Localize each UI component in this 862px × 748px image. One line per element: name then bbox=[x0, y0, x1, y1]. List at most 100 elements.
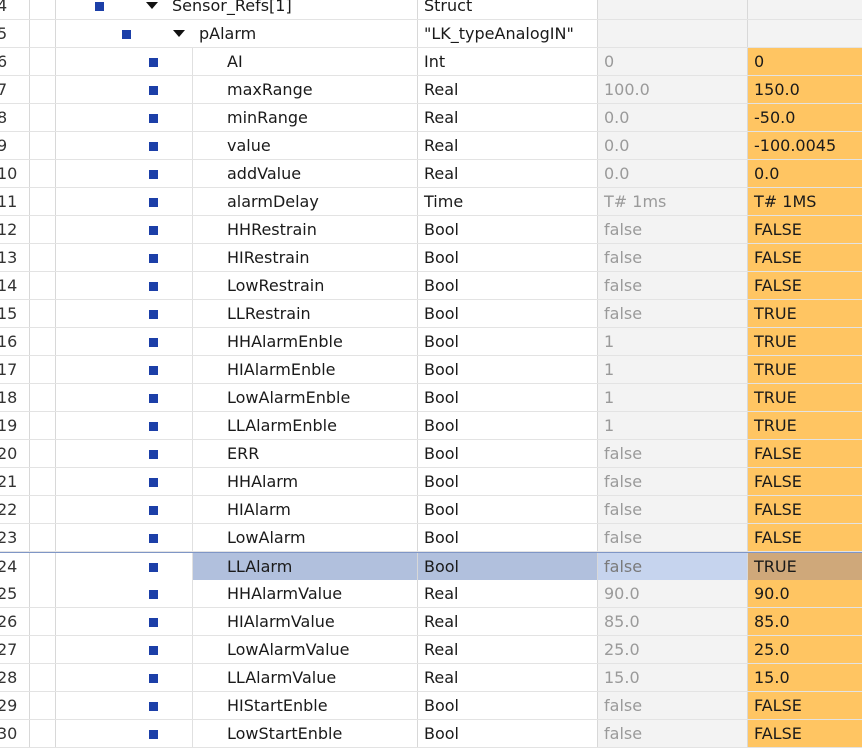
table-row[interactable]: 23 LowAlarmBoolfalseFALSE bbox=[0, 524, 862, 552]
monitor-value[interactable]: TRUE bbox=[747, 412, 862, 439]
tag-name[interactable]: HIAlarm bbox=[192, 496, 417, 523]
start-value[interactable]: 15.0 bbox=[597, 664, 747, 691]
tag-name[interactable]: LowAlarmEnble bbox=[192, 384, 417, 411]
tag-name[interactable]: alarmDelay bbox=[192, 188, 417, 215]
start-value[interactable]: T# 1ms bbox=[597, 188, 747, 215]
table-row[interactable]: 30 LowStartEnbleBoolfalseFALSE bbox=[0, 720, 862, 748]
table-row[interactable]: 16 HHAlarmEnbleBool1TRUE bbox=[0, 328, 862, 356]
tag-name[interactable]: HHAlarmValue bbox=[192, 580, 417, 607]
tag-name[interactable]: LLAlarmValue bbox=[192, 664, 417, 691]
struct-row[interactable]: 5 pAlarm "LK_typeAnalogIN" bbox=[0, 20, 862, 48]
tag-name[interactable]: HIAlarmValue bbox=[192, 608, 417, 635]
tag-name[interactable]: LowAlarmValue bbox=[192, 636, 417, 663]
monitor-value[interactable]: -50.0 bbox=[747, 104, 862, 131]
start-value[interactable]: 1 bbox=[597, 328, 747, 355]
struct-row[interactable]: 4 Sensor_Refs[1] Struct bbox=[0, 0, 862, 20]
monitor-value[interactable]: FALSE bbox=[747, 244, 862, 271]
monitor-value[interactable]: FALSE bbox=[747, 496, 862, 523]
start-value[interactable]: false bbox=[597, 720, 747, 747]
tag-name[interactable]: HIStartEnble bbox=[192, 692, 417, 719]
start-value[interactable]: 1 bbox=[597, 412, 747, 439]
tag-name[interactable]: value bbox=[192, 132, 417, 159]
monitor-value[interactable]: FALSE bbox=[747, 272, 862, 299]
monitor-value[interactable]: 0 bbox=[747, 48, 862, 75]
table-row[interactable]: 27LowAlarmValueReal25.025.0 bbox=[0, 636, 862, 664]
monitor-value[interactable]: 0.0 bbox=[747, 160, 862, 187]
start-value[interactable]: false bbox=[597, 553, 747, 580]
table-row[interactable]: 11 alarmDelayTimeT# 1msT# 1MS bbox=[0, 188, 862, 216]
table-row[interactable]: 21 HHAlarmBoolfalseFALSE bbox=[0, 468, 862, 496]
tag-name[interactable]: HIRestrain bbox=[192, 244, 417, 271]
tag-name[interactable]: addValue bbox=[192, 160, 417, 187]
start-value[interactable]: 100.0 bbox=[597, 76, 747, 103]
monitor-value[interactable]: 25.0 bbox=[747, 636, 862, 663]
tag-name[interactable]: ERR bbox=[192, 440, 417, 467]
monitor-value[interactable]: 85.0 bbox=[747, 608, 862, 635]
monitor-value[interactable]: FALSE bbox=[747, 692, 862, 719]
monitor-value[interactable]: 15.0 bbox=[747, 664, 862, 691]
monitor-value[interactable]: FALSE bbox=[747, 468, 862, 495]
tag-name[interactable]: LowRestrain bbox=[192, 272, 417, 299]
collapse-triangle-icon[interactable] bbox=[146, 2, 158, 9]
tag-name[interactable]: maxRange bbox=[192, 76, 417, 103]
tag-name[interactable]: LowStartEnble bbox=[192, 720, 417, 747]
table-row[interactable]: 15 LLRestrainBoolfalseTRUE bbox=[0, 300, 862, 328]
start-value[interactable]: false bbox=[597, 244, 747, 271]
monitor-value[interactable]: TRUE bbox=[747, 553, 862, 580]
table-row[interactable]: 12 HHRestrainBoolfalseFALSE bbox=[0, 216, 862, 244]
start-value[interactable]: false bbox=[597, 496, 747, 523]
monitor-value[interactable]: FALSE bbox=[747, 524, 862, 551]
table-row[interactable]: 13 HIRestrainBoolfalseFALSE bbox=[0, 244, 862, 272]
tag-name[interactable]: HHAlarmEnble bbox=[192, 328, 417, 355]
monitor-value[interactable]: 90.0 bbox=[747, 580, 862, 607]
start-value[interactable]: 0 bbox=[597, 48, 747, 75]
monitor-value[interactable]: TRUE bbox=[747, 356, 862, 383]
monitor-value[interactable]: TRUE bbox=[747, 384, 862, 411]
table-row[interactable]: 20 ERRBoolfalseFALSE bbox=[0, 440, 862, 468]
table-row[interactable]: 24 LLAlarmBoolfalseTRUE bbox=[0, 552, 862, 580]
start-value[interactable]: false bbox=[597, 272, 747, 299]
table-row[interactable]: 10addValueReal0.00.0 bbox=[0, 160, 862, 188]
tag-name[interactable]: LLAlarmEnble bbox=[192, 412, 417, 439]
tag-name[interactable]: LLAlarm bbox=[192, 553, 417, 580]
table-row[interactable]: 25HHAlarmValueReal90.090.0 bbox=[0, 580, 862, 608]
monitor-value[interactable]: FALSE bbox=[747, 720, 862, 747]
start-value[interactable]: 25.0 bbox=[597, 636, 747, 663]
start-value[interactable]: 0.0 bbox=[597, 160, 747, 187]
start-value[interactable]: 0.0 bbox=[597, 132, 747, 159]
start-value[interactable]: false bbox=[597, 300, 747, 327]
tag-name[interactable]: HIAlarmEnble bbox=[192, 356, 417, 383]
monitor-value[interactable]: T# 1MS bbox=[747, 188, 862, 215]
tag-name[interactable]: LLRestrain bbox=[192, 300, 417, 327]
tag-name[interactable]: minRange bbox=[192, 104, 417, 131]
table-row[interactable]: 9 valueReal0.0-100.0045 bbox=[0, 132, 862, 160]
table-row[interactable]: 17 HIAlarmEnbleBool1TRUE bbox=[0, 356, 862, 384]
table-row[interactable]: 8 minRangeReal0.0-50.0 bbox=[0, 104, 862, 132]
table-row[interactable]: 29 HIStartEnbleBoolfalseFALSE bbox=[0, 692, 862, 720]
monitor-value[interactable]: FALSE bbox=[747, 216, 862, 243]
start-value[interactable]: false bbox=[597, 524, 747, 551]
start-value[interactable]: 0.0 bbox=[597, 104, 747, 131]
monitor-value[interactable]: TRUE bbox=[747, 328, 862, 355]
start-value[interactable]: false bbox=[597, 440, 747, 467]
table-row[interactable]: 28LLAlarmValueReal15.015.0 bbox=[0, 664, 862, 692]
collapse-triangle-icon[interactable] bbox=[173, 30, 185, 37]
start-value[interactable]: false bbox=[597, 216, 747, 243]
table-row[interactable]: 6AIInt00 bbox=[0, 48, 862, 76]
tag-name[interactable]: LowAlarm bbox=[192, 524, 417, 551]
tag-name[interactable]: HHRestrain bbox=[192, 216, 417, 243]
table-row[interactable]: 14 LowRestrainBoolfalseFALSE bbox=[0, 272, 862, 300]
monitor-value[interactable]: TRUE bbox=[747, 300, 862, 327]
table-row[interactable]: 22 HIAlarmBoolfalseFALSE bbox=[0, 496, 862, 524]
table-row[interactable]: 26HIAlarmValueReal85.085.0 bbox=[0, 608, 862, 636]
start-value[interactable]: 90.0 bbox=[597, 580, 747, 607]
monitor-value[interactable]: 150.0 bbox=[747, 76, 862, 103]
start-value[interactable]: 1 bbox=[597, 384, 747, 411]
start-value[interactable]: 85.0 bbox=[597, 608, 747, 635]
table-row[interactable]: 7 maxRangeReal100.0150.0 bbox=[0, 76, 862, 104]
tag-name[interactable]: HHAlarm bbox=[192, 468, 417, 495]
start-value[interactable]: false bbox=[597, 468, 747, 495]
start-value[interactable]: false bbox=[597, 692, 747, 719]
table-row[interactable]: 18 LowAlarmEnbleBool1TRUE bbox=[0, 384, 862, 412]
monitor-value[interactable]: -100.0045 bbox=[747, 132, 862, 159]
